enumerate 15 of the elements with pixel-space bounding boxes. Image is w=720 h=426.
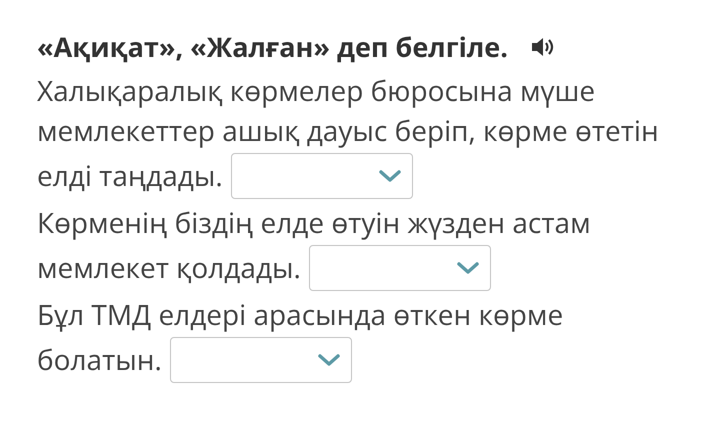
chevron-down-icon: [316, 353, 341, 367]
answer-dropdown[interactable]: [308, 245, 491, 291]
instruction-title: «Ақиқат», «Жалған» деп белгіле.: [37, 28, 508, 65]
speaker-icon[interactable]: [530, 36, 556, 58]
statement-text: елді таңдады.: [37, 156, 223, 196]
statement-text: Халықаралық көрмелер бюросына мүше: [37, 71, 596, 111]
statement-text: мемлекет қолдады.: [37, 248, 301, 288]
answer-dropdown[interactable]: [170, 337, 352, 383]
statement-text: Көрменің біздің елде өтуін жүзден астам: [37, 203, 592, 243]
chevron-down-icon: [456, 261, 480, 275]
answer-dropdown[interactable]: [230, 153, 413, 199]
statement-text: мемлекеттер ашық дауыс беріп, көрме өтетін: [37, 111, 660, 151]
chevron-down-icon: [378, 169, 402, 183]
statement-text: болатын.: [37, 340, 162, 380]
statement-text: Бұл ТМД елдері арасында өткен көрме: [37, 295, 564, 335]
